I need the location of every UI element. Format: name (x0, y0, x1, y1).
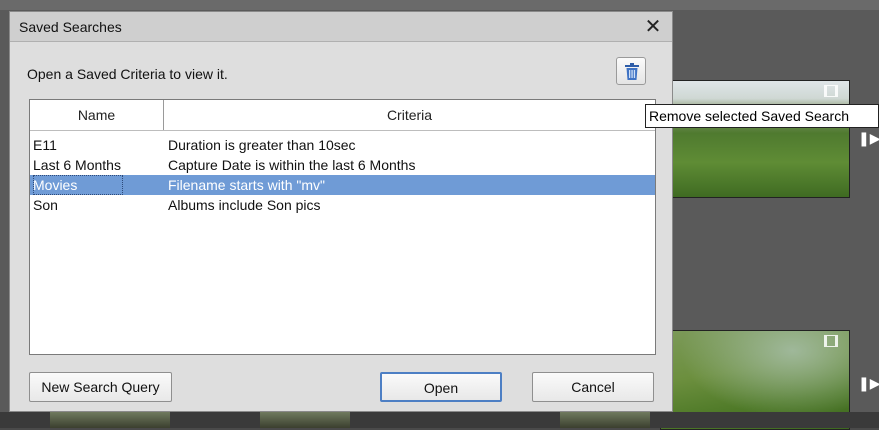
film-icon (824, 335, 838, 347)
film-icon (824, 85, 838, 97)
close-icon[interactable]: ✕ (642, 14, 664, 38)
play-marker-icon[interactable]: ❚▶ (858, 376, 879, 392)
column-header-name[interactable]: Name (30, 100, 164, 130)
media-thumbnail[interactable] (50, 412, 170, 428)
dialog-titlebar: Saved Searches ✕ (10, 12, 672, 42)
list-item[interactable]: E11 Duration is greater than 10sec (30, 135, 655, 155)
open-button[interactable]: Open (380, 372, 502, 402)
cancel-button[interactable]: Cancel (532, 372, 654, 402)
list-header: Name Criteria (30, 100, 655, 131)
item-name: E11 (33, 137, 57, 153)
item-name: Son (33, 197, 58, 213)
list-item[interactable]: Son Albums include Son pics (30, 195, 655, 215)
new-search-query-button[interactable]: New Search Query (29, 372, 172, 402)
media-thumbnail[interactable] (560, 412, 650, 428)
column-header-criteria[interactable]: Criteria (164, 100, 655, 130)
item-name: Movies (33, 175, 124, 195)
item-name: Last 6 Months (33, 157, 121, 173)
remove-saved-search-button[interactable] (616, 57, 646, 85)
saved-searches-dialog: Saved Searches ✕ Open a Saved Criteria t… (9, 11, 673, 412)
list-item[interactable]: Last 6 Months Capture Date is within the… (30, 155, 655, 175)
item-criteria: Duration is greater than 10sec (168, 137, 356, 153)
item-criteria: Filename starts with "mv" (168, 177, 325, 193)
instruction-text: Open a Saved Criteria to view it. (27, 66, 228, 82)
saved-searches-list[interactable]: Name Criteria E11 Duration is greater th… (29, 99, 656, 355)
remove-search-tooltip: Remove selected Saved Search (645, 104, 879, 128)
media-thumbnail[interactable] (260, 412, 350, 428)
background-top-bar (0, 0, 879, 10)
item-criteria: Albums include Son pics (168, 197, 321, 213)
media-thumbnail[interactable] (660, 80, 850, 198)
list-item-selected[interactable]: Movies Filename starts with "mv" (30, 175, 655, 195)
dialog-title: Saved Searches (19, 19, 122, 35)
item-criteria: Capture Date is within the last 6 Months (168, 157, 416, 173)
play-marker-icon[interactable]: ❚▶ (858, 131, 879, 147)
trash-icon (625, 63, 639, 80)
